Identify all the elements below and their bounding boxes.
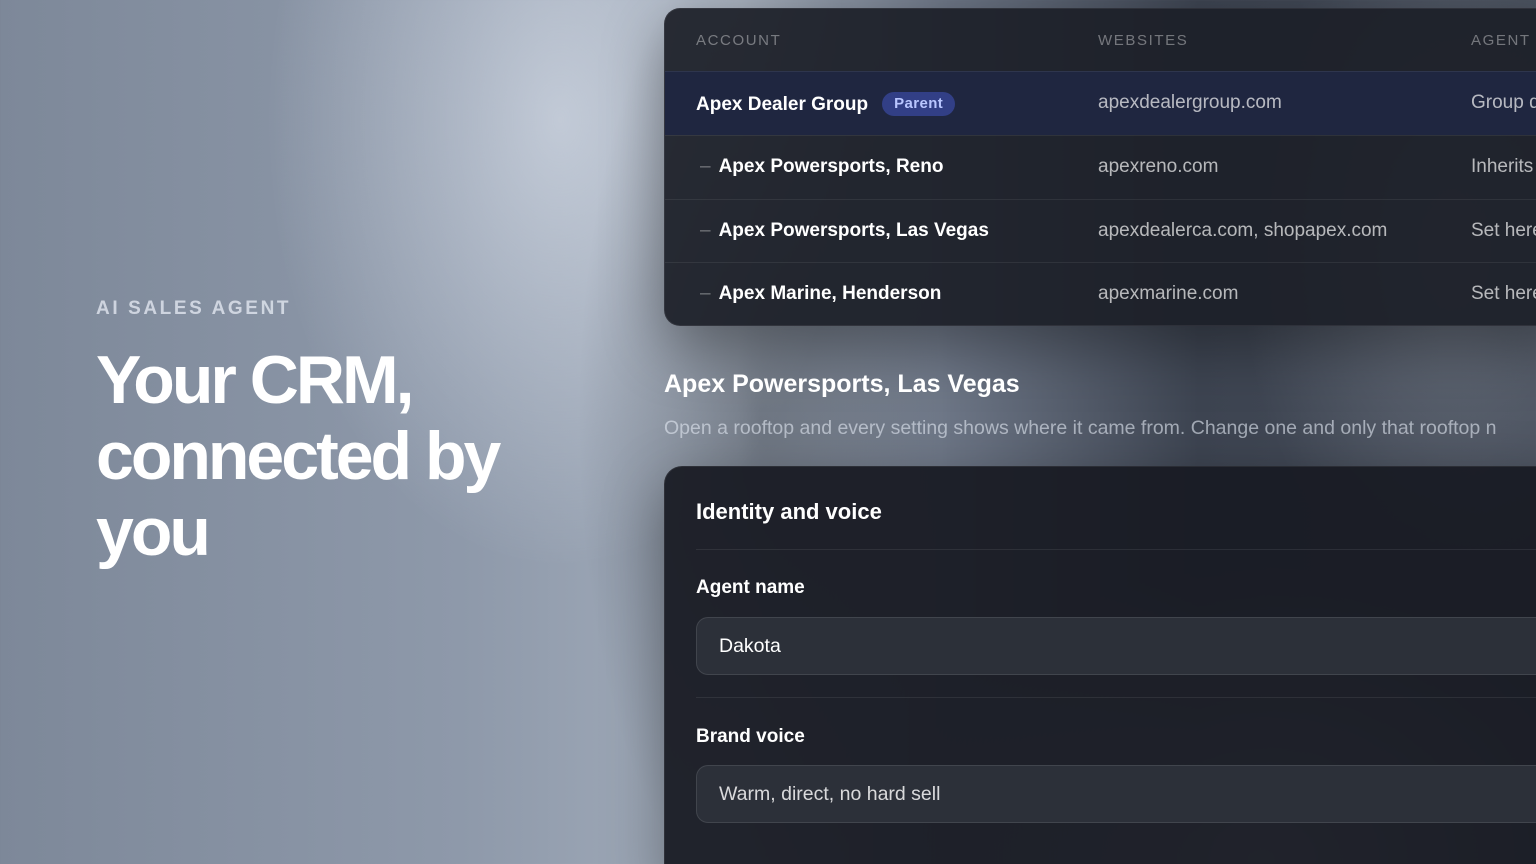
accounts-table: ACCOUNT WEBSITES AGENT Apex Dealer Group… xyxy=(664,8,1536,326)
rooftop-description: Open a rooftop and every setting shows w… xyxy=(664,417,1497,439)
agent-cell: Inherits xyxy=(1471,156,1534,177)
brand-voice-label: Brand voice xyxy=(696,726,805,747)
agent-cell: Set here xyxy=(1471,220,1536,241)
eyebrow-label: AI SALES AGENT xyxy=(96,298,292,319)
account-cell: – Apex Marine, Henderson xyxy=(696,283,941,305)
identity-voice-card: Identity and voice Agent name Brand voic… xyxy=(664,466,1536,864)
headline: Your CRM, connected by you xyxy=(96,342,616,570)
account-name: Apex Powersports, Las Vegas xyxy=(718,220,989,241)
account-name: Apex Powersports, Reno xyxy=(718,156,944,177)
headline-line: connected by xyxy=(96,418,501,494)
divider xyxy=(696,549,1536,550)
table-row[interactable]: – Apex Powersports, Las Vegas apexdealerc… xyxy=(665,199,1536,263)
table-header: ACCOUNT WEBSITES AGENT xyxy=(665,9,1536,71)
account-cell: – Apex Powersports, Las Vegas xyxy=(696,220,989,242)
agent-name-input[interactable] xyxy=(696,617,1536,675)
brand-voice-input[interactable] xyxy=(696,765,1536,823)
websites-cell: apexdealergroup.com xyxy=(1098,92,1282,113)
card-title: Identity and voice xyxy=(696,499,882,524)
agent-cell: Group d xyxy=(1471,92,1536,113)
column-header-agent[interactable]: AGENT xyxy=(1471,32,1531,49)
account-cell: Apex Dealer Group Parent xyxy=(696,92,956,116)
child-indent-marker: – xyxy=(700,156,711,177)
websites-cell: apexreno.com xyxy=(1098,156,1219,177)
headline-line: Your CRM, xyxy=(96,342,414,418)
rooftop-title: Apex Powersports, Las Vegas xyxy=(664,370,1020,398)
websites-cell: apexdealerca.com, shopapex.com xyxy=(1098,220,1388,241)
account-name: Apex Marine, Henderson xyxy=(718,283,942,304)
hero: AI SALES AGENT Your CRM, connected by yo… xyxy=(96,298,616,570)
child-indent-marker: – xyxy=(700,283,711,304)
column-header-account[interactable]: ACCOUNT xyxy=(696,32,781,49)
child-indent-marker: – xyxy=(700,220,711,241)
table-row[interactable]: – Apex Powersports, Reno apexreno.com Inh… xyxy=(665,135,1536,199)
websites-cell: apexmarine.com xyxy=(1098,283,1239,304)
account-name: Apex Dealer Group xyxy=(696,94,869,115)
table-row-parent[interactable]: Apex Dealer Group Parent apexdealergroup.… xyxy=(665,71,1536,135)
parent-badge: Parent xyxy=(882,92,956,116)
agent-cell: Set here xyxy=(1471,283,1536,304)
divider xyxy=(696,697,1536,698)
account-cell: – Apex Powersports, Reno xyxy=(696,156,943,178)
column-header-websites[interactable]: WEBSITES xyxy=(1098,32,1188,49)
headline-line: you xyxy=(96,494,211,570)
table-row[interactable]: – Apex Marine, Henderson apexmarine.com S… xyxy=(665,262,1536,325)
agent-name-label: Agent name xyxy=(696,577,805,598)
